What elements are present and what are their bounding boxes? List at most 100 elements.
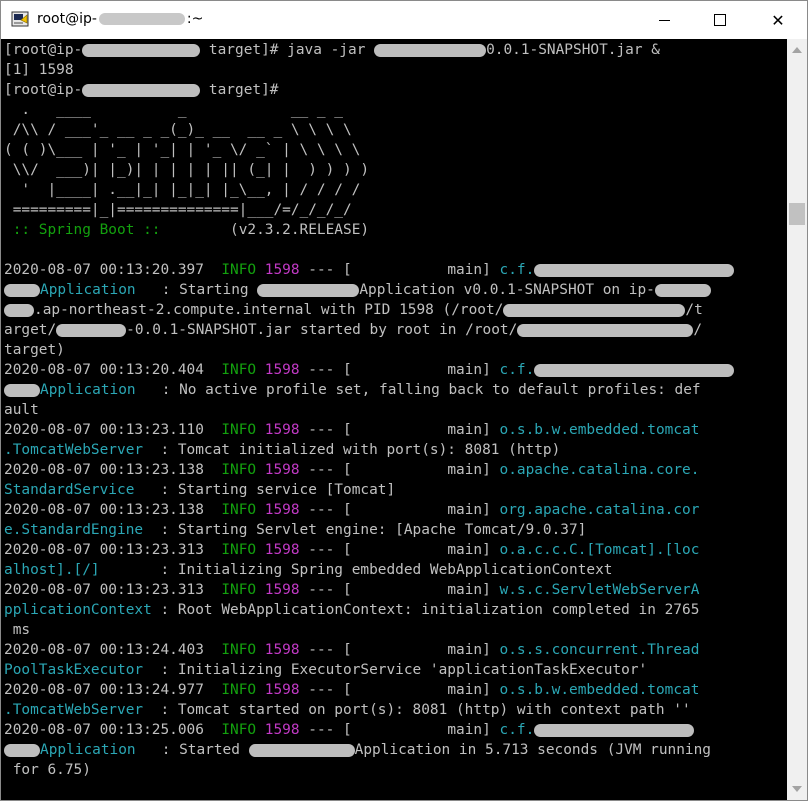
terminal-text: StandardService — [4, 482, 135, 498]
window-title-prefix: root@ip- — [37, 11, 97, 27]
terminal-text: --- [ main] — [299, 682, 500, 698]
terminal-text: : Initializing ExecutorService 'applicat… — [143, 662, 648, 678]
redacted-text — [517, 323, 694, 337]
terminal-text: 2020-08-07 00:13:23.138 — [4, 462, 222, 478]
redacted-text — [503, 303, 686, 317]
terminal-text: c.f. — [499, 362, 535, 378]
vertical-scrollbar[interactable] — [787, 39, 807, 800]
terminal-line: 2020-08-07 00:13:20.404 INFO 1598 --- [ … — [4, 360, 735, 380]
scroll-down-icon[interactable] — [792, 786, 802, 792]
terminal-text: : Started — [135, 742, 249, 758]
terminal-text: INFO — [221, 642, 257, 658]
terminal-text: target]# — [200, 82, 279, 98]
terminal-text: [1] 1598 — [4, 62, 74, 78]
terminal-text: : Starting — [135, 282, 258, 298]
terminal-line: .ap-northeast-2.compute.internal with PI… — [4, 300, 703, 320]
terminal-line: .TomcatWebServer : Tomcat started on por… — [4, 700, 691, 720]
title-bar[interactable]: root@ip- :~ ✕ — [1, 1, 807, 39]
terminal-line: [1] 1598 — [4, 60, 74, 80]
scroll-up-icon[interactable] — [792, 47, 802, 53]
terminal-text: --- [ main] — [299, 422, 500, 438]
terminal-window: root@ip- :~ ✕ [root@ip- target]# java -ja… — [0, 0, 808, 801]
terminal-text: --- [ main] — [299, 582, 500, 598]
terminal-text: Application — [40, 742, 136, 758]
terminal-text: e.StandardEngine — [4, 522, 144, 538]
minimize-button[interactable] — [635, 1, 693, 39]
terminal-line: Application : Starting Application v0.0.… — [4, 280, 711, 300]
redacted-text — [4, 303, 34, 317]
terminal-text: ( ( )\___ | '_ | '_| | '_ \/ _` | \ \ \ … — [4, 142, 361, 158]
terminal-text: arget/ — [4, 322, 57, 338]
terminal-text: o.s.b.w.embedded.tomcat — [499, 682, 700, 698]
terminal-text: PoolTaskExecutor — [4, 662, 144, 678]
terminal-line: 2020-08-07 00:13:23.138 INFO 1598 --- [ … — [4, 500, 699, 520]
redacted-text — [257, 283, 360, 297]
terminal-text: 1598 — [264, 542, 300, 558]
terminal-text: 2020-08-07 00:13:20.404 — [4, 362, 222, 378]
terminal-text: w.s.c.ServletWebServerA — [499, 582, 700, 598]
terminal-text: --- [ main] — [299, 362, 500, 378]
terminal-line: =========|_|==============|___/=/_/_/_/ — [4, 200, 352, 220]
terminal-text: /t — [685, 302, 703, 318]
terminal-line: Application : No active profile set, fal… — [4, 380, 701, 400]
terminal-line: .TomcatWebServer : Tomcat initialized wi… — [4, 440, 560, 460]
terminal-text: 2020-08-07 00:13:23.110 — [4, 422, 222, 438]
terminal-text: 2020-08-07 00:13:23.313 — [4, 582, 222, 598]
terminal-text: . ____ _ __ _ _ — [4, 102, 343, 118]
redacted-text — [534, 723, 695, 737]
terminal-text: --- [ main] — [299, 642, 500, 658]
terminal-text: [root@ip- — [4, 82, 83, 98]
terminal-text: [root@ip- — [4, 42, 83, 58]
window-title: root@ip- :~ — [37, 11, 203, 27]
terminal-text: org.apache.catalina.cor — [499, 502, 700, 518]
terminal-text: 0.0.1-SNAPSHOT.jar & — [486, 42, 660, 58]
terminal-line: 2020-08-07 00:13:20.397 INFO 1598 --- [ … — [4, 260, 735, 280]
terminal-text: .TomcatWebServer — [4, 442, 144, 458]
scroll-thumb[interactable] — [789, 203, 805, 225]
terminal-text: INFO — [221, 422, 257, 438]
close-button[interactable]: ✕ — [749, 1, 807, 39]
terminal-text: Application in 5.713 seconds (JVM runnin… — [354, 742, 712, 758]
terminal-text: Application — [40, 282, 136, 298]
terminal-line: Application : Started Application in 5.7… — [4, 740, 711, 760]
terminal-text: 2020-08-07 00:13:24.977 — [4, 682, 222, 698]
terminal-text: 1598 — [264, 422, 300, 438]
terminal-line: ault — [4, 400, 39, 420]
terminal-line: /\\ / ___'_ __ _ _(_)_ __ __ _ \ \ \ \ — [4, 120, 352, 140]
terminal-text: 2020-08-07 00:13:23.313 — [4, 542, 222, 558]
terminal-text: 1598 — [264, 722, 300, 738]
terminal-text: -0.0.1-SNAPSHOT.jar started by root in /… — [126, 322, 518, 338]
terminal-line: 2020-08-07 00:13:23.110 INFO 1598 --- [ … — [4, 420, 699, 440]
terminal-text: :: Spring Boot :: — [4, 222, 170, 238]
terminal-line: . ____ _ __ _ _ — [4, 100, 343, 120]
putty-app-icon[interactable] — [11, 11, 29, 27]
redacted-text — [4, 743, 40, 757]
terminal-text: (v2.3.2.RELEASE) — [169, 222, 370, 238]
terminal-text: : Initializing Spring embedded WebApplic… — [99, 562, 613, 578]
terminal-text: : Starting Servlet engine: [Apache Tomca… — [143, 522, 587, 538]
terminal-text: 2020-08-07 00:13:24.403 — [4, 642, 222, 658]
terminal-line: PoolTaskExecutor : Initializing Executor… — [4, 660, 647, 680]
terminal-line: e.StandardEngine : Starting Servlet engi… — [4, 520, 586, 540]
terminal-output[interactable]: [root@ip- target]# java -jar 0.0.1-SNAPS… — [1, 39, 787, 800]
terminal-text: .TomcatWebServer — [4, 702, 144, 718]
terminal-line: 2020-08-07 00:13:25.006 INFO 1598 --- [ … — [4, 720, 695, 740]
terminal-text: o.s.s.concurrent.Thread — [499, 642, 700, 658]
terminal-line: [root@ip- target]# java -jar 0.0.1-SNAPS… — [4, 40, 660, 60]
terminal-text: INFO — [221, 722, 257, 738]
redacted-text — [82, 43, 201, 57]
terminal-text: --- [ main] — [299, 462, 500, 478]
terminal-text: ' |____| .__|_| |_|_| |_\__, | / / / / — [4, 182, 361, 198]
terminal-text: : Starting service [Tomcat] — [134, 482, 396, 498]
window-title-suffix: :~ — [186, 11, 204, 27]
terminal-text: alhost].[/] — [4, 562, 100, 578]
terminal-text: : Tomcat initialized with port(s): 8081 … — [143, 442, 561, 458]
redacted-text — [4, 383, 40, 397]
redacted-text — [534, 363, 735, 377]
terminal-text: : No active profile set, falling back to… — [135, 382, 701, 398]
maximize-button[interactable] — [691, 1, 749, 39]
terminal-text: c.f. — [499, 722, 535, 738]
